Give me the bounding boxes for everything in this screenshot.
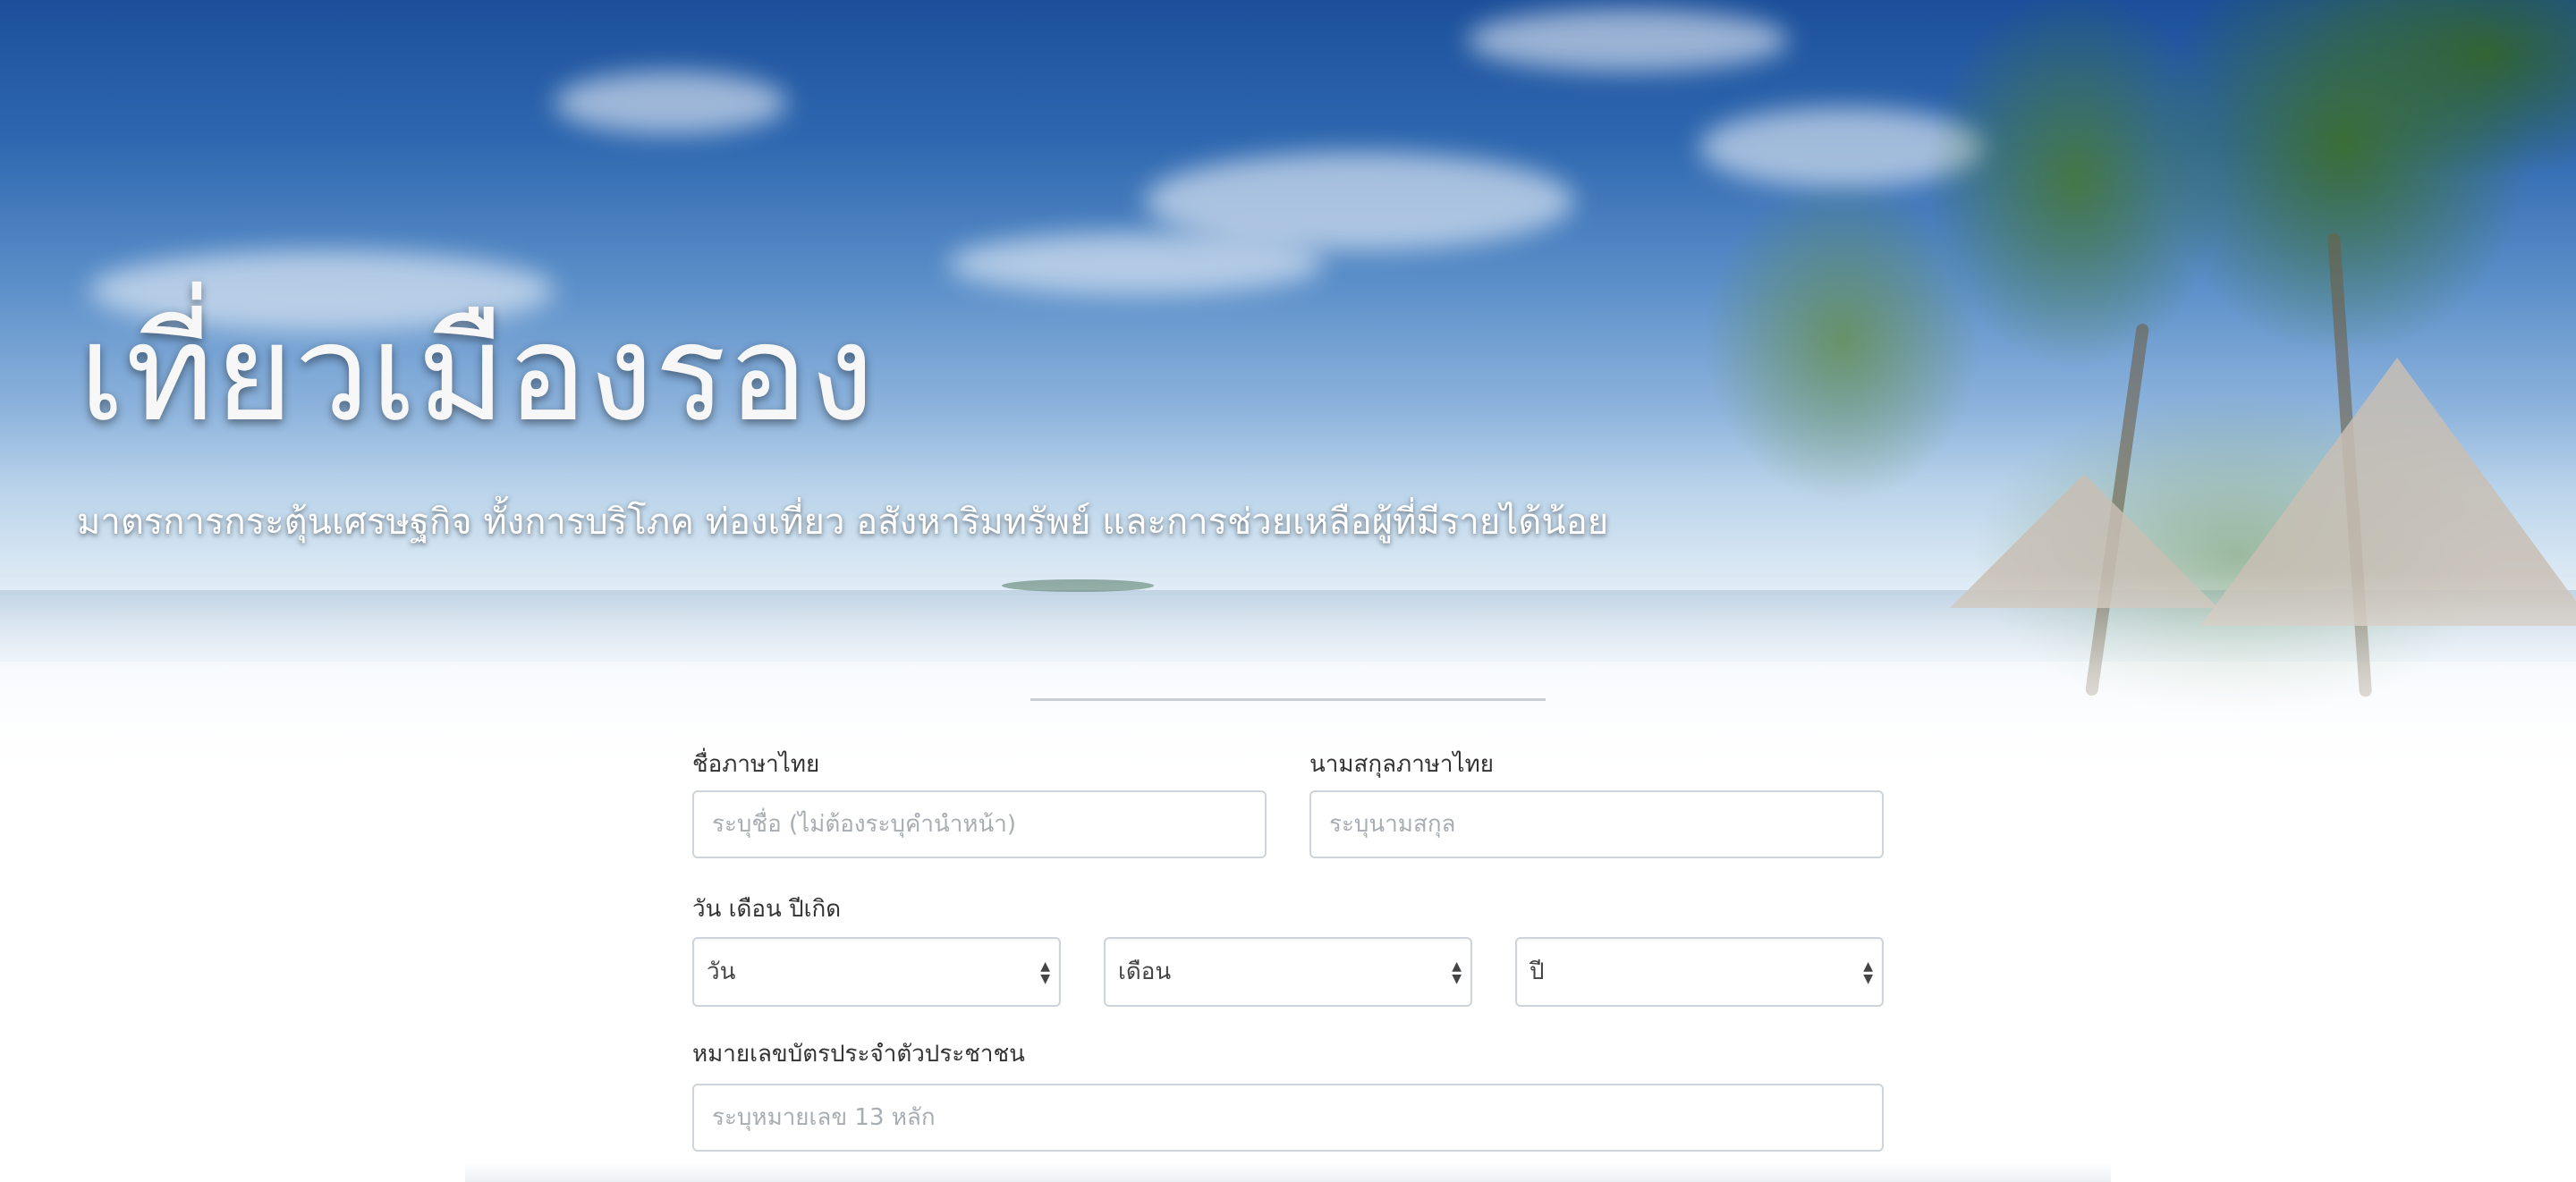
hero-fade — [0, 572, 2576, 787]
section-divider — [1030, 698, 1546, 701]
page-title: เที่ยวเมืองรอง — [79, 296, 876, 452]
last-name-label: นามสกุลภาษาไทย — [1309, 751, 1494, 778]
cloud — [555, 72, 787, 134]
birth-year-select[interactable]: ปี ▲ ▼ — [1515, 937, 1884, 1007]
birth-day-value: วัน — [707, 958, 736, 985]
birth-day-select[interactable]: วัน ▲ ▼ — [692, 937, 1061, 1007]
birth-date-label: วัน เดือน ปีเกิด — [692, 896, 842, 923]
up-down-caret-icon: ▲ ▼ — [1040, 959, 1050, 986]
first-name-label: ชื่อภาษาไทย — [692, 751, 820, 778]
page-subtitle: มาตรการกระตุ้นเศรษฐกิจ ทั้งการบริโภค ท่อ… — [77, 502, 1609, 543]
birth-month-select[interactable]: เดือน ▲ ▼ — [1104, 937, 1472, 1007]
first-name-input[interactable] — [692, 790, 1267, 858]
up-down-caret-icon: ▲ ▼ — [1452, 959, 1462, 986]
birth-year-value: ปี — [1530, 958, 1545, 985]
form-panel-edge — [465, 1162, 2111, 1182]
birth-month-value: เดือน — [1118, 958, 1172, 985]
last-name-input[interactable] — [1309, 790, 1884, 858]
id-card-label: หมายเลขบัตรประจำตัวประชาชน — [692, 1041, 1025, 1068]
cloud — [948, 232, 1324, 295]
id-card-input[interactable] — [692, 1084, 1884, 1152]
hero-banner: เที่ยวเมืองรอง มาตรการกระตุ้นเศรษฐกิจ ทั… — [0, 0, 2576, 787]
up-down-caret-icon: ▲ ▼ — [1863, 959, 1873, 986]
